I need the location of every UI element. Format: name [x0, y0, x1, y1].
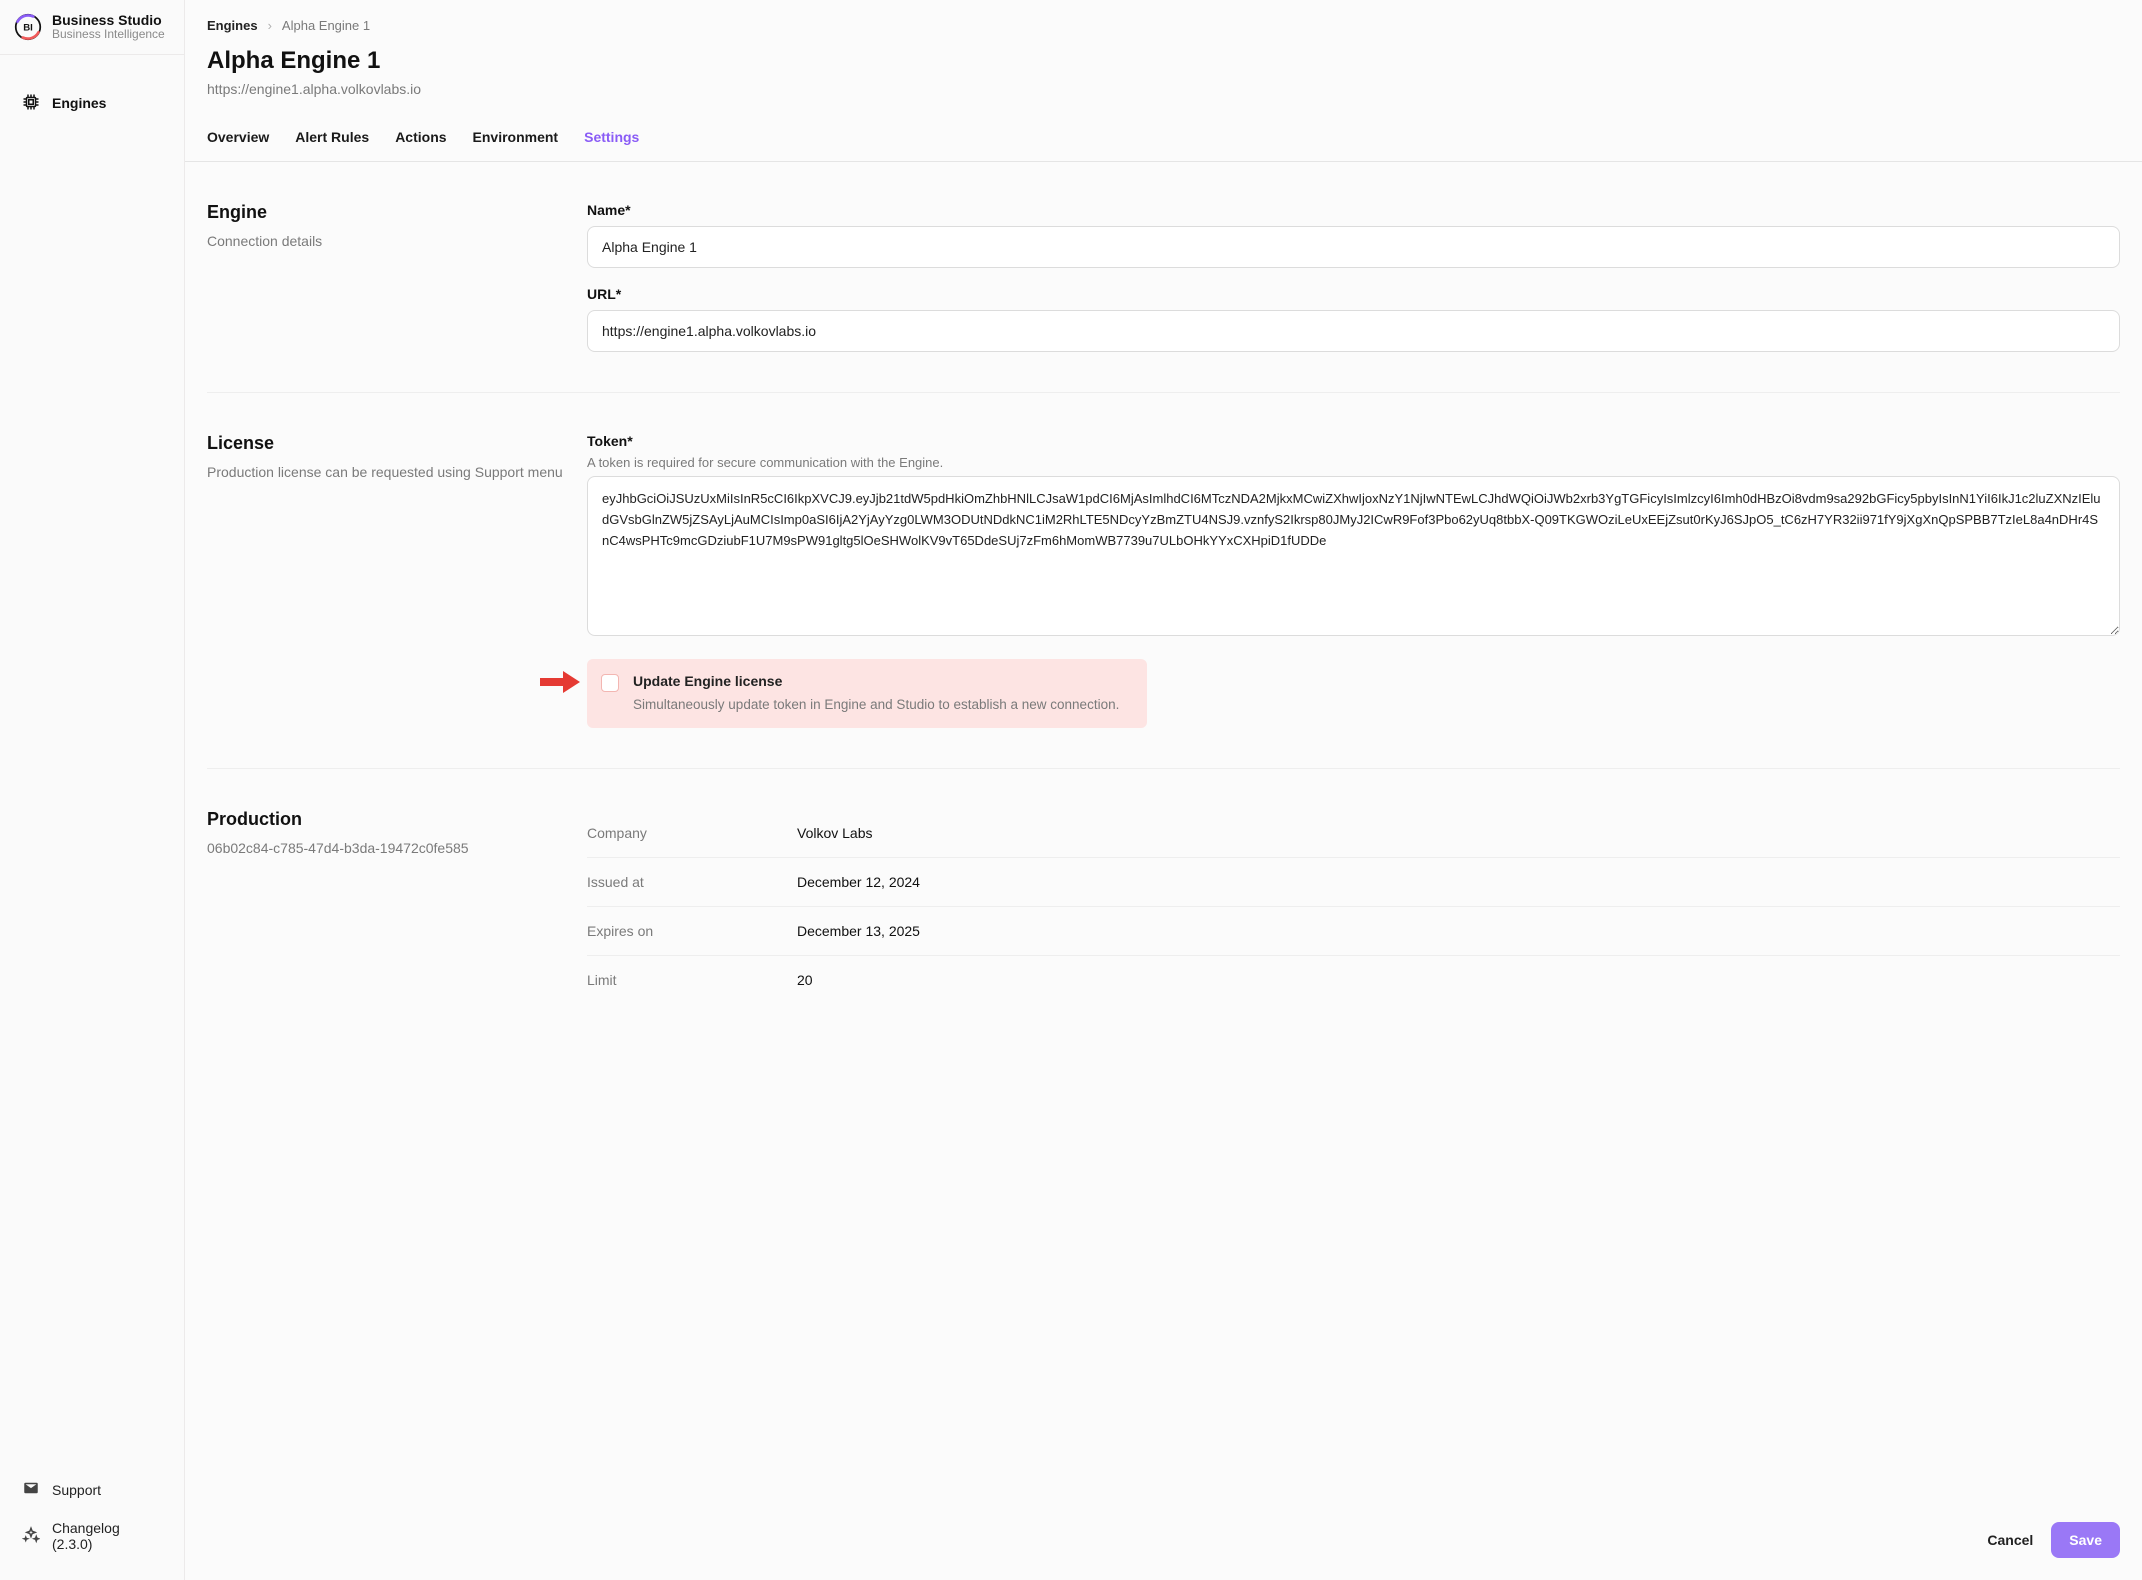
- sidebar-item-label: Engines: [52, 95, 106, 111]
- table-row: Limit 20: [587, 956, 2120, 1004]
- breadcrumb: Engines › Alpha Engine 1: [185, 0, 2142, 47]
- brand: BI Business Studio Business Intelligence: [0, 0, 184, 55]
- section-desc: Connection details: [207, 231, 567, 252]
- svg-text:BI: BI: [23, 22, 33, 33]
- token-help: A token is required for secure communica…: [587, 455, 2120, 470]
- chevron-right-icon: ›: [268, 18, 272, 33]
- row-key: Expires on: [587, 923, 797, 939]
- brand-subtitle: Business Intelligence: [52, 28, 165, 42]
- tab-actions[interactable]: Actions: [395, 129, 446, 161]
- update-license-desc: Simultaneously update token in Engine an…: [633, 697, 1119, 712]
- breadcrumb-current: Alpha Engine 1: [282, 18, 370, 33]
- sidebar-footer: Support Changelog (2.3.0): [0, 1461, 184, 1580]
- sidebar-item-changelog[interactable]: Changelog (2.3.0): [10, 1512, 174, 1560]
- content: Engine Connection details Name* URL*: [185, 162, 2142, 1144]
- update-license-checkbox[interactable]: [601, 674, 619, 692]
- envelope-icon: [22, 1479, 40, 1500]
- tab-environment[interactable]: Environment: [473, 129, 559, 161]
- section-desc: Production license can be requested usin…: [207, 462, 567, 483]
- section-title: Production: [207, 809, 567, 830]
- table-row: Issued at December 12, 2024: [587, 858, 2120, 907]
- sidebar-nav: Engines: [0, 55, 184, 132]
- update-license-title: Update Engine license: [633, 673, 1119, 689]
- sidebar: BI Business Studio Business Intelligence: [0, 0, 185, 1580]
- main: Engines › Alpha Engine 1 Alpha Engine 1 …: [185, 0, 2142, 1580]
- row-value: Volkov Labs: [797, 825, 873, 841]
- tab-overview[interactable]: Overview: [207, 129, 269, 161]
- page-title: Alpha Engine 1: [207, 47, 2120, 75]
- brand-title: Business Studio: [52, 12, 165, 28]
- arrow-right-icon: [539, 669, 581, 698]
- save-button[interactable]: Save: [2051, 1522, 2120, 1558]
- production-table: Company Volkov Labs Issued at December 1…: [587, 809, 2120, 1004]
- sidebar-item-label: Changelog (2.3.0): [52, 1520, 162, 1552]
- table-row: Company Volkov Labs: [587, 809, 2120, 858]
- sparkles-icon: [22, 1526, 40, 1547]
- row-key: Limit: [587, 972, 797, 988]
- url-label: URL*: [587, 286, 2120, 302]
- token-input[interactable]: [587, 476, 2120, 636]
- cancel-button[interactable]: Cancel: [1981, 1522, 2039, 1558]
- url-input[interactable]: [587, 310, 2120, 352]
- tab-alert-rules[interactable]: Alert Rules: [295, 129, 369, 161]
- page-subtitle: https://engine1.alpha.volkovlabs.io: [207, 81, 2120, 97]
- row-value: December 12, 2024: [797, 874, 920, 890]
- section-title: License: [207, 433, 567, 454]
- sidebar-item-label: Support: [52, 1482, 101, 1498]
- row-value: December 13, 2025: [797, 923, 920, 939]
- token-label: Token*: [587, 433, 2120, 449]
- section-title: Engine: [207, 202, 567, 223]
- table-row: Expires on December 13, 2025: [587, 907, 2120, 956]
- breadcrumb-root[interactable]: Engines: [207, 18, 258, 33]
- update-license-box: Update Engine license Simultaneously upd…: [587, 659, 1147, 728]
- row-key: Company: [587, 825, 797, 841]
- page-actions: Cancel Save: [1981, 1522, 2120, 1558]
- cpu-icon: [22, 93, 40, 114]
- section-license: License Production license can be reques…: [207, 392, 2120, 768]
- row-value: 20: [797, 972, 813, 988]
- sidebar-item-support[interactable]: Support: [10, 1471, 174, 1508]
- tabs: Overview Alert Rules Actions Environment…: [185, 97, 2142, 162]
- row-key: Issued at: [587, 874, 797, 890]
- section-engine: Engine Connection details Name* URL*: [207, 202, 2120, 392]
- page-header: Alpha Engine 1 https://engine1.alpha.vol…: [185, 47, 2142, 97]
- brand-logo-icon: BI: [14, 13, 42, 41]
- name-label: Name*: [587, 202, 2120, 218]
- sidebar-item-engines[interactable]: Engines: [10, 85, 174, 122]
- section-desc: 06b02c84-c785-47d4-b3da-19472c0fe585: [207, 838, 567, 859]
- section-production: Production 06b02c84-c785-47d4-b3da-19472…: [207, 768, 2120, 1044]
- name-input[interactable]: [587, 226, 2120, 268]
- tab-settings[interactable]: Settings: [584, 129, 639, 161]
